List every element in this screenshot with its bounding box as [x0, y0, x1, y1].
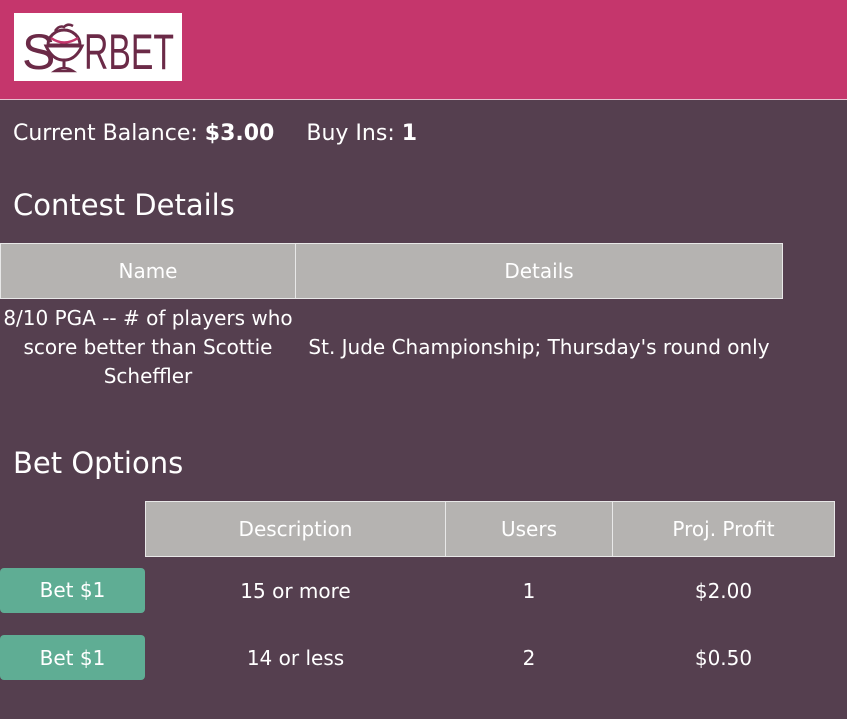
balance-value: $3.00: [204, 121, 275, 146]
table-header-row: Description Users Proj. Profit: [0, 501, 835, 557]
bet-users: 2: [522, 645, 536, 670]
bet-button[interactable]: Bet $1: [0, 635, 145, 680]
column-header-proj-profit: Proj. Profit: [612, 501, 835, 557]
column-header-users: Users: [445, 501, 613, 557]
table-row: 8/10 PGA -- # of players who score bette…: [1, 299, 783, 396]
balance-label: Current Balance:: [13, 121, 198, 146]
contest-details-table: Name Details 8/10 PGA -- # of players wh…: [0, 243, 783, 395]
column-header-name: Name: [0, 243, 296, 299]
contest-details: St. Jude Championship; Thursday's round …: [308, 334, 770, 359]
table-header-row: Name Details: [0, 243, 783, 299]
column-header-description: Description: [145, 501, 446, 557]
sorbet-logo-mark: S RBET: [22, 23, 174, 77]
table-row: Bet $1 14 or less 2 $0.50: [0, 624, 835, 691]
bet-options-title: Bet Options: [13, 446, 184, 480]
bet-users: 1: [522, 578, 536, 603]
app-header: S RBET: [0, 0, 847, 100]
sorbet-logo[interactable]: S RBET: [14, 13, 182, 81]
buyins-value: 1: [401, 121, 418, 146]
svg-text:S: S: [22, 24, 55, 77]
buyins-label: Buy Ins:: [306, 121, 395, 146]
bet-description: 14 or less: [246, 645, 345, 670]
svg-text:RBET: RBET: [84, 24, 174, 77]
bet-proj-profit: $2.00: [694, 578, 753, 603]
contest-name: 8/10 PGA -- # of players who score bette…: [3, 305, 293, 388]
bet-proj-profit: $0.50: [694, 645, 753, 670]
contest-details-title: Contest Details: [13, 188, 235, 222]
bet-button[interactable]: Bet $1: [0, 567, 145, 613]
column-header-blank: [0, 502, 146, 557]
table-row: Bet $1 15 or more 1 $2.00: [0, 557, 835, 625]
bet-options-table: Description Users Proj. Profit Bet $1 15…: [0, 501, 835, 691]
account-summary: Current Balance: $3.00 Buy Ins: 1: [13, 121, 417, 146]
column-header-details: Details: [295, 243, 783, 299]
bet-description: 15 or more: [240, 578, 351, 603]
